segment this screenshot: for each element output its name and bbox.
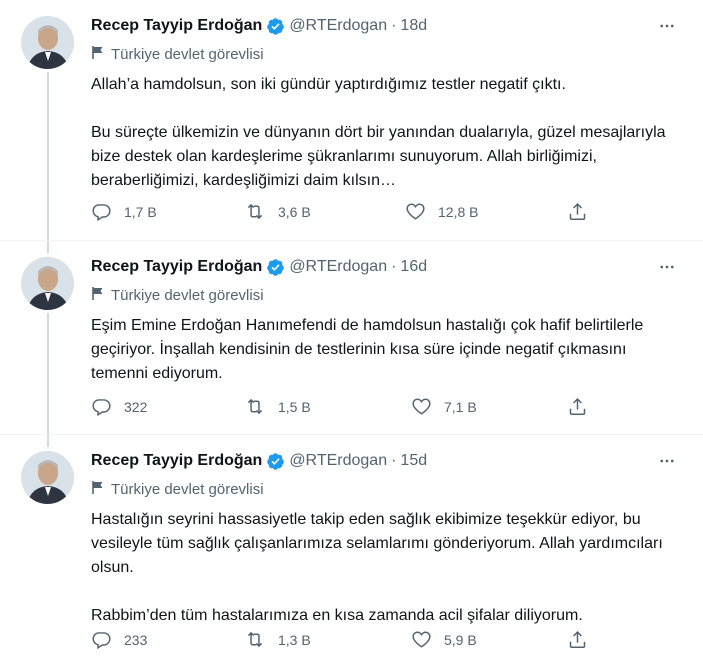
tweet-text: Allah’a hamdolsun, son iki gündür yaptır… — [91, 76, 666, 189]
avatar[interactable] — [21, 451, 74, 504]
author-handle[interactable]: @RTErdogan — [289, 17, 387, 35]
like-button[interactable]: 12,8 B — [405, 201, 478, 222]
government-label-text: Türkiye devlet görevlisi — [111, 480, 264, 498]
retweet-icon — [244, 629, 266, 650]
separator-dot: · — [391, 17, 397, 34]
thread-line — [47, 241, 49, 253]
reply-count: 1,7 B — [124, 203, 157, 220]
retweet-count: 1,5 B — [278, 398, 311, 415]
author-name[interactable]: Recep Tayyip Erdoğan — [91, 452, 262, 470]
verified-badge-icon — [266, 258, 285, 277]
retweet-button[interactable]: 3,6 B — [244, 201, 311, 222]
share-button[interactable] — [567, 201, 588, 222]
government-label-text: Türkiye devlet görevlisi — [111, 286, 264, 304]
share-icon — [567, 201, 588, 222]
like-count: 7,1 B — [444, 398, 477, 415]
retweet-count: 1,3 B — [278, 631, 311, 648]
tweet-text: Hastalığın seyrini hassasiyetle takip ed… — [91, 511, 663, 624]
tweet-text: Eşim Emine Erdoğan Hanımefendi de hamdol… — [91, 317, 644, 382]
timestamp[interactable]: 16d — [400, 258, 427, 276]
government-label: Türkiye devlet görevlisi — [91, 43, 683, 65]
verified-badge-icon — [266, 17, 285, 36]
reply-count: 322 — [124, 398, 148, 415]
avatar[interactable] — [21, 257, 74, 310]
reply-button[interactable]: 322 — [91, 396, 147, 417]
share-button[interactable] — [567, 629, 588, 650]
author-name[interactable]: Recep Tayyip Erdoğan — [91, 258, 262, 276]
retweet-count: 3,6 B — [278, 203, 311, 220]
government-label: Türkiye devlet görevlisi — [91, 284, 683, 306]
retweet-button[interactable]: 1,5 B — [244, 396, 311, 417]
government-flag-icon — [91, 45, 111, 64]
government-label: Türkiye devlet görevlisi — [91, 478, 683, 500]
thread-line — [47, 72, 49, 240]
government-flag-icon — [91, 286, 111, 305]
government-flag-icon — [91, 480, 111, 499]
author-handle[interactable]: @RTErdogan — [289, 258, 387, 276]
author-name[interactable]: Recep Tayyip Erdoğan — [91, 17, 262, 35]
like-icon — [411, 396, 432, 417]
retweet-icon — [244, 201, 266, 222]
like-button[interactable]: 7,1 B — [411, 396, 477, 417]
like-count: 5,9 B — [444, 631, 477, 648]
like-icon — [405, 201, 426, 222]
thread-line — [47, 435, 49, 447]
verified-badge-icon — [266, 452, 285, 471]
reply-button[interactable]: 1,7 B — [91, 201, 157, 222]
more-options-icon[interactable] — [655, 449, 679, 473]
timestamp[interactable]: 18d — [400, 17, 427, 35]
reply-icon — [91, 396, 112, 417]
share-icon — [567, 629, 588, 650]
like-count: 12,8 B — [438, 203, 479, 220]
tweet[interactable]: Recep Tayyip Erdoğan @RTErdogan · 16d Tü… — [0, 240, 703, 435]
more-options-icon[interactable] — [655, 255, 679, 279]
retweet-icon — [244, 396, 266, 417]
reply-count: 233 — [124, 631, 148, 648]
separator-dot: · — [391, 452, 397, 469]
reply-icon — [91, 629, 112, 650]
like-icon — [411, 629, 432, 650]
tweet[interactable]: Recep Tayyip Erdoğan @RTErdogan · 18d Tü… — [0, 0, 703, 240]
more-options-icon[interactable] — [655, 14, 679, 38]
separator-dot: · — [391, 258, 397, 275]
reply-icon — [91, 201, 112, 222]
tweet[interactable]: Recep Tayyip Erdoğan @RTErdogan · 15d Tü… — [0, 434, 703, 670]
reply-button[interactable]: 233 — [91, 629, 147, 650]
avatar[interactable] — [21, 16, 74, 69]
share-button[interactable] — [567, 396, 588, 417]
author-handle[interactable]: @RTErdogan — [289, 452, 387, 470]
share-icon — [567, 396, 588, 417]
like-button[interactable]: 5,9 B — [411, 629, 477, 650]
retweet-button[interactable]: 1,3 B — [244, 629, 311, 650]
government-label-text: Türkiye devlet görevlisi — [111, 45, 264, 63]
timestamp[interactable]: 15d — [400, 452, 427, 470]
thread-line — [47, 313, 49, 435]
